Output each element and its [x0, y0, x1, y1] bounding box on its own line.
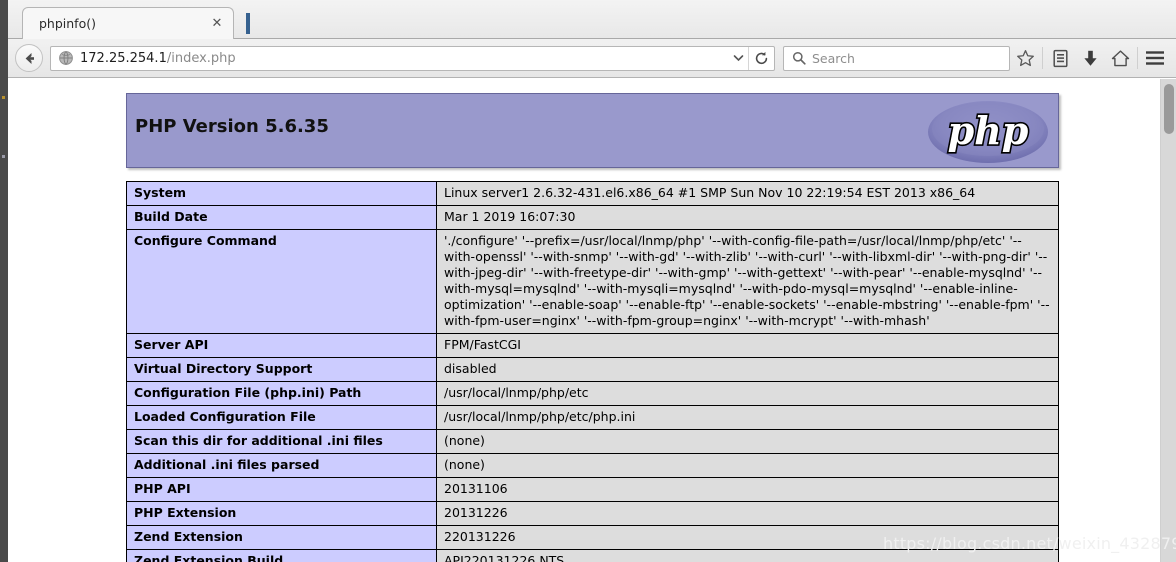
table-cell-value: Linux server1 2.6.32-431.el6.x86_64 #1 S…	[436, 181, 1059, 206]
page-viewport: PHP Version 5.6.35 php System Linux serv…	[8, 79, 1176, 562]
table-cell-key: Zend Extension Build	[126, 549, 437, 562]
table-row: Configuration File (php.ini) Path/usr/lo…	[126, 381, 1059, 406]
url-text: 172.25.254.1/index.php	[80, 51, 728, 66]
table-row: Zend Extension Build API220131226,NTS	[126, 549, 1059, 562]
desktop-speck	[2, 96, 5, 99]
table-cell-key: Configuration File (php.ini) Path	[126, 381, 437, 406]
phpinfo-document: PHP Version 5.6.35 php System Linux serv…	[126, 93, 1059, 562]
table-row: Build Date Mar 1 2019 16:07:30	[126, 205, 1059, 230]
library-icon[interactable]	[1045, 43, 1075, 73]
table-cell-value: 20131226	[436, 501, 1059, 526]
url-path: /index.php	[166, 50, 236, 66]
table-cell-value: /usr/local/lnmp/php/etc	[436, 381, 1059, 406]
reload-icon[interactable]	[748, 46, 774, 70]
phpinfo-page: PHP Version 5.6.35 php System Linux serv…	[8, 79, 1160, 562]
table-row: Virtual Directory Support disabled	[126, 357, 1059, 382]
table-row: Zend Extension 220131226	[126, 525, 1059, 550]
page-title: PHP Version 5.6.35	[135, 116, 329, 137]
table-cell-value: disabled	[436, 357, 1059, 382]
table-row: Additional .ini files parsed (none)	[126, 453, 1059, 478]
globe-icon	[59, 51, 73, 66]
table-cell-key: Configure Command	[126, 229, 437, 334]
table-row: Configure Command './configure' '--prefix…	[126, 229, 1059, 334]
url-bar[interactable]: 172.25.254.1/index.php	[50, 45, 775, 71]
tab-title: phpinfo()	[39, 16, 96, 31]
table-cell-key: Virtual Directory Support	[126, 357, 437, 382]
toolbar-divider	[1137, 47, 1138, 69]
table-cell-value: API220131226,NTS	[436, 549, 1059, 562]
search-bar[interactable]: Search	[783, 45, 1010, 71]
php-version-banner: PHP Version 5.6.35 php	[126, 93, 1059, 168]
chevron-down-icon[interactable]	[728, 47, 748, 70]
downloads-icon[interactable]	[1075, 43, 1105, 73]
table-cell-value: './configure' '--prefix=/usr/local/lnmp/…	[436, 229, 1059, 334]
search-input[interactable]: Search	[812, 51, 855, 66]
table-cell-value: Mar 1 2019 16:07:30	[436, 205, 1059, 230]
table-cell-key: PHP Extension	[126, 501, 437, 526]
tab-strip: phpinfo() ✕	[8, 0, 1176, 39]
php-logo: php	[928, 101, 1048, 163]
table-cell-key: Server API	[126, 333, 437, 358]
svg-text:php: php	[948, 108, 1029, 153]
home-icon[interactable]	[1105, 43, 1135, 73]
table-cell-key: Additional .ini files parsed	[126, 453, 437, 478]
table-row: Scan this dir for additional .ini files(…	[126, 429, 1059, 454]
phpinfo-table: System Linux server1 2.6.32-431.el6.x86_6…	[126, 181, 1059, 562]
table-row: PHP Extension 20131226	[126, 501, 1059, 526]
table-cell-value: 220131226	[436, 525, 1059, 550]
scrollbar-thumb[interactable]	[1164, 84, 1174, 134]
desktop-edge-strip	[0, 0, 8, 562]
tab-phpinfo[interactable]: phpinfo() ✕	[22, 7, 234, 39]
back-arrow-icon	[25, 52, 34, 64]
table-cell-key: Build Date	[126, 205, 437, 230]
table-cell-value: FPM/FastCGI	[436, 333, 1059, 358]
table-cell-value: (none)	[436, 453, 1059, 478]
toolbar-divider	[1042, 47, 1043, 69]
table-cell-key: Zend Extension	[126, 525, 437, 550]
table-row: PHP API 20131106	[126, 477, 1059, 502]
close-icon[interactable]: ✕	[205, 13, 229, 35]
table-row: System Linux server1 2.6.32-431.el6.x86_6…	[126, 181, 1059, 206]
vertical-scrollbar[interactable]	[1160, 79, 1176, 562]
table-cell-key: Scan this dir for additional .ini files	[126, 429, 437, 454]
table-cell-value: /usr/local/lnmp/php/etc/php.ini	[436, 405, 1059, 430]
browser-window: phpinfo() ✕ 172.25.254.1/index.php Searc…	[0, 0, 1176, 562]
url-host: 172.25.254.1	[80, 50, 167, 66]
table-row: Server API FPM/FastCGI	[126, 333, 1059, 358]
back-button[interactable]	[15, 44, 43, 72]
search-icon	[792, 51, 806, 65]
table-cell-key: Loaded Configuration File	[126, 405, 437, 430]
browser-chrome: phpinfo() ✕ 172.25.254.1/index.php Searc…	[8, 0, 1176, 78]
navigation-toolbar: 172.25.254.1/index.php Search	[8, 39, 1176, 78]
new-tab-plus-icon[interactable]	[246, 13, 264, 34]
desktop-speck	[2, 155, 5, 158]
bookmark-star-icon[interactable]	[1010, 43, 1040, 73]
table-cell-value: 20131106	[436, 477, 1059, 502]
menu-hamburger-icon[interactable]	[1140, 43, 1170, 73]
table-cell-value: (none)	[436, 429, 1059, 454]
table-cell-key: PHP API	[126, 477, 437, 502]
table-row: Loaded Configuration File/usr/local/lnmp…	[126, 405, 1059, 430]
table-cell-key: System	[126, 181, 437, 206]
